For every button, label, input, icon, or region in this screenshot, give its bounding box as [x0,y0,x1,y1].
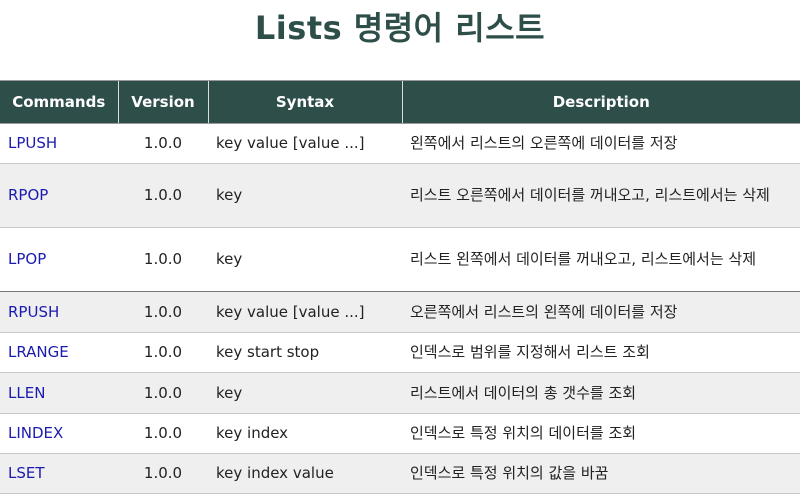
description-cell: 인덱스로 특정 위치의 값을 바꿈 [402,453,800,494]
table-row: RPOP 1.0.0 key 리스트 오른쪽에서 데이터를 꺼내오고, 리스트에… [0,163,800,228]
command-cell: LPOP [0,227,118,292]
command-cell: LRANGE [0,332,118,373]
command-link[interactable]: RPOP [8,186,48,204]
version-cell: 1.0.0 [118,332,208,373]
version-cell: 1.0.0 [118,291,208,333]
command-link[interactable]: LLEN [8,384,45,402]
table-header: Commands Version Syntax Description [0,80,800,124]
syntax-cell: key [208,163,402,228]
command-cell: LPUSH [0,123,118,164]
version-cell: 1.0.0 [118,453,208,494]
command-link[interactable]: LRANGE [8,343,69,361]
syntax-cell: key start stop [208,332,402,373]
command-link[interactable]: RPUSH [8,303,59,321]
version-cell: 1.0.0 [118,372,208,414]
command-link[interactable]: LINDEX [8,424,63,442]
page-title: Lists 명령어 리스트 [254,9,546,47]
column-header-version: Version [117,80,208,124]
column-header-commands: Commands [0,80,118,124]
command-link[interactable]: LPUSH [8,134,57,152]
command-cell: LSET [0,453,118,494]
syntax-cell: key [208,372,402,414]
syntax-cell: key index [208,413,402,454]
version-cell: 1.0.0 [118,227,208,292]
description-cell: 오른쪽에서 리스트의 왼쪽에 데이터를 저장 [402,291,800,333]
header-row: Commands Version Syntax Description [0,80,800,124]
table-row: LLEN 1.0.0 key 리스트에서 데이터의 총 갯수를 조회 [0,372,800,414]
commands-table-container: Commands Version Syntax Description LPUS… [0,80,800,494]
table-row: LRANGE 1.0.0 key start stop 인덱스로 범위를 지정해… [0,332,800,373]
command-cell: LLEN [0,372,118,414]
syntax-cell: key [208,227,402,292]
table-row: LSET 1.0.0 key index value 인덱스로 특정 위치의 값… [0,453,800,494]
column-header-description: Description [401,80,800,124]
table-body: LPUSH 1.0.0 key value [value ...] 왼쪽에서 리… [0,123,800,494]
description-cell: 리스트 오른쪽에서 데이터를 꺼내오고, 리스트에서는 삭제 [402,163,800,228]
table-row: LPOP 1.0.0 key 리스트 왼쪽에서 데이터를 꺼내오고, 리스트에서… [0,227,800,292]
description-cell: 리스트 왼쪽에서 데이터를 꺼내오고, 리스트에서는 삭제 [402,227,800,292]
syntax-cell: key value [value ...] [208,123,402,164]
command-link[interactable]: LPOP [8,250,46,268]
command-cell: LINDEX [0,413,118,454]
version-cell: 1.0.0 [118,413,208,454]
commands-table: Commands Version Syntax Description LPUS… [0,80,800,494]
command-link[interactable]: LSET [8,464,45,482]
command-cell: RPOP [0,163,118,228]
table-row: LPUSH 1.0.0 key value [value ...] 왼쪽에서 리… [0,123,800,164]
command-cell: RPUSH [0,291,118,333]
syntax-cell: key value [value ...] [208,291,402,333]
description-cell: 왼쪽에서 리스트의 오른쪽에 데이터를 저장 [402,123,800,164]
syntax-cell: key index value [208,453,402,494]
table-row: LINDEX 1.0.0 key index 인덱스로 특정 위치의 데이터를 … [0,413,800,454]
description-cell: 인덱스로 특정 위치의 데이터를 조회 [402,413,800,454]
version-cell: 1.0.0 [118,163,208,228]
description-cell: 리스트에서 데이터의 총 갯수를 조회 [402,372,800,414]
column-header-syntax: Syntax [207,80,402,124]
version-cell: 1.0.0 [118,123,208,164]
description-cell: 인덱스로 범위를 지정해서 리스트 조회 [402,332,800,373]
table-row: RPUSH 1.0.0 key value [value ...] 오른쪽에서 … [0,291,800,333]
